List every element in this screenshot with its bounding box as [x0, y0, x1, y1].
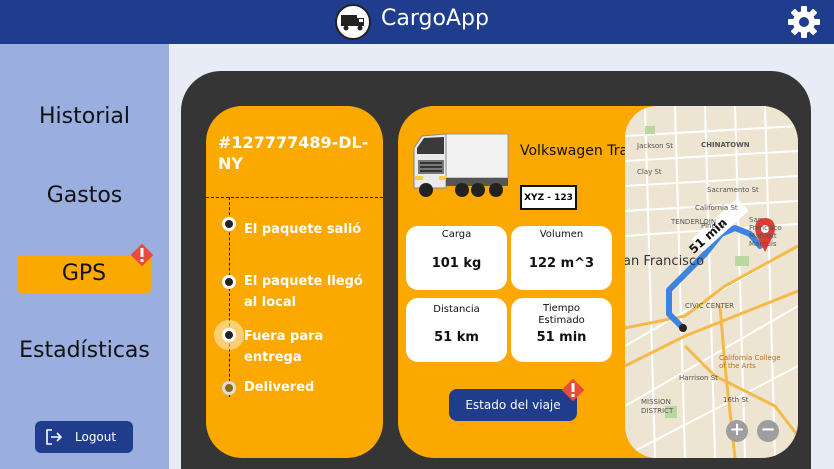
stat-card-tiempo: Tiempo Estimado 51 min	[511, 298, 612, 362]
stat-card-carga: Carga 101 kg	[406, 226, 507, 290]
step-dot-icon	[222, 328, 236, 342]
map-label: CHINATOWN	[701, 141, 750, 149]
step-dot-icon	[222, 275, 236, 289]
stat-label: Distancia	[433, 304, 480, 315]
sidebar-item-gastos[interactable]: Gastos	[0, 183, 169, 208]
stat-label: Volumen	[539, 229, 584, 240]
sidebar-item-estadisticas[interactable]: Estadísticas	[0, 338, 169, 363]
alert-icon	[560, 377, 586, 403]
stat-value: 101 kg	[431, 256, 482, 271]
map-label: Jackson St	[637, 142, 674, 150]
stat-label: Tiempo Estimado	[538, 303, 585, 326]
license-plate: XYZ - 123	[520, 185, 577, 210]
step-label: Delivered	[244, 380, 315, 395]
map-label: 16th St	[723, 396, 749, 404]
stat-card-volumen: Volumen 122 m^3	[511, 226, 612, 290]
map-label: CIVIC CENTER	[685, 302, 735, 310]
map-label: California St	[695, 204, 738, 212]
truck-image	[412, 130, 510, 204]
stat-card-distancia: Distancia 51 km	[406, 298, 507, 362]
logout-label: Logout	[75, 430, 117, 444]
step-label: El paquete salió	[244, 222, 362, 237]
logout-button[interactable]: Logout	[35, 421, 133, 453]
tracking-id: #127777489-DL-NY	[218, 133, 369, 173]
gear-icon[interactable]	[786, 4, 822, 40]
step-dot-icon	[222, 381, 236, 395]
step-label: Fuera para entrega	[244, 329, 324, 365]
tracking-card: #127777489-DL-NY El paquete salió El paq…	[206, 106, 383, 458]
map-label: an Francisco	[625, 254, 705, 269]
step-dot-icon	[222, 217, 236, 231]
map-label: Clay St	[637, 168, 662, 176]
divider	[206, 197, 383, 198]
truck-logo-icon	[335, 4, 371, 40]
map-label: MISSION DISTRICT	[641, 398, 674, 415]
logout-icon	[46, 429, 63, 445]
stat-label: Carga	[441, 229, 472, 240]
map-label: California College of the Arts	[719, 354, 781, 370]
zoom-out-button[interactable]: −	[757, 420, 779, 442]
map-view[interactable]: Jackson St CHINATOWN Clay St Sacramento …	[625, 106, 798, 458]
zoom-in-button[interactable]: +	[726, 420, 748, 442]
alert-icon	[129, 242, 155, 268]
stat-value: 122 m^3	[528, 256, 595, 271]
app-title: CargoApp	[381, 6, 489, 31]
trip-status-button[interactable]: Estado del viaje	[449, 389, 577, 421]
map-label: Sacramento St	[707, 186, 759, 194]
step-label: El paquete llegó al local	[244, 274, 363, 310]
vehicle-card: Volkswagen Transporter XYZ - 123 Carga 1…	[398, 106, 798, 458]
app-header: CargoApp	[0, 0, 834, 44]
stat-value: 51 km	[434, 330, 479, 345]
sidebar-item-historial[interactable]: Historial	[0, 104, 169, 129]
stat-value: 51 min	[536, 330, 587, 345]
sidebar: Historial Gastos GPS Estadísticas Logout	[0, 44, 169, 469]
map-label: San Francisco Marriott Marquis	[749, 216, 782, 248]
map-label: Harrison St	[679, 374, 718, 382]
